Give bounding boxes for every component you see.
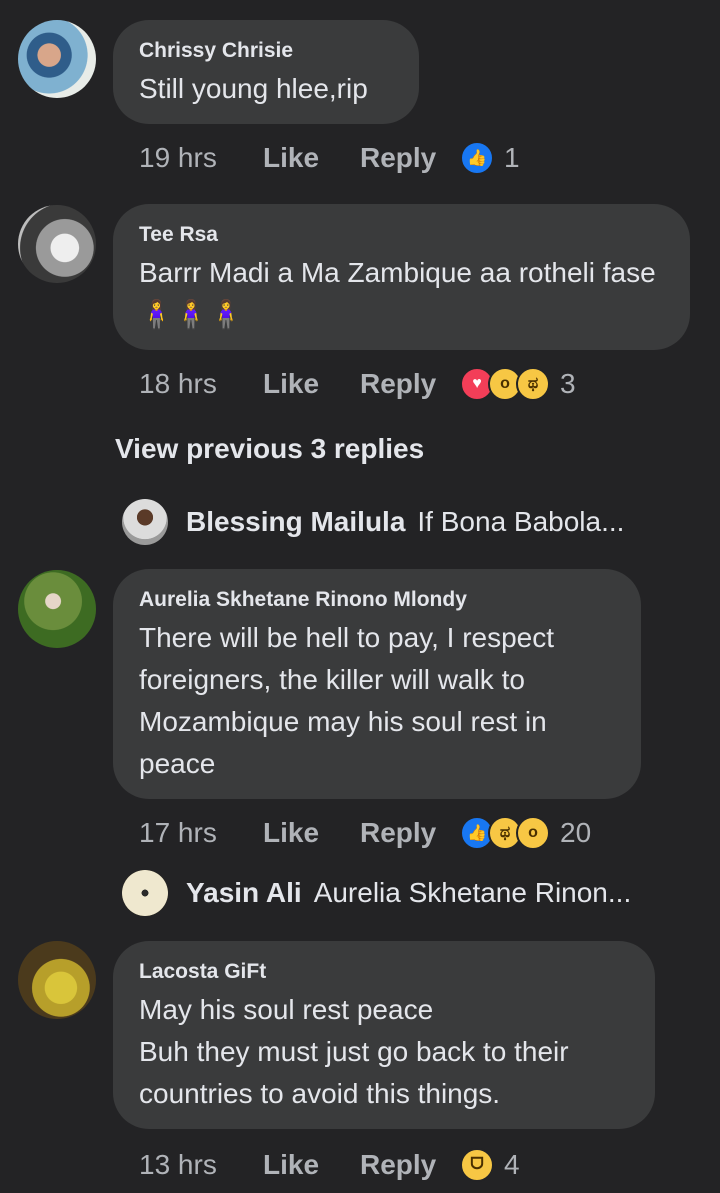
avatar bbox=[122, 870, 168, 916]
comment-author[interactable]: Chrissy Chrisie bbox=[139, 38, 393, 64]
like-button[interactable]: Like bbox=[263, 817, 360, 849]
reply-button[interactable]: Reply bbox=[360, 1149, 460, 1181]
comment-time[interactable]: 13 hrs bbox=[139, 1149, 263, 1181]
thumbs-up-icon: 👍 bbox=[460, 141, 494, 175]
comment-actions: 19 hrs Like Reply 👍 1 bbox=[139, 138, 520, 178]
reply-author: Yasin Ali bbox=[186, 877, 302, 908]
view-previous-replies-link[interactable]: View previous 3 replies bbox=[115, 433, 424, 465]
comment-author[interactable]: Tee Rsa bbox=[139, 222, 664, 248]
reply-snippet: Aurelia Skhetane Rinon... bbox=[313, 877, 632, 908]
comment-text: Still young hlee,rip bbox=[139, 73, 368, 104]
like-button[interactable]: Like bbox=[263, 368, 360, 400]
comment-author[interactable]: Aurelia Skhetane Rinono Mlondy bbox=[139, 587, 615, 613]
comment-text: There will be hell to pay, I respect for… bbox=[139, 622, 555, 779]
comment-bubble[interactable]: Lacosta GiFt May his soul rest peace Buh… bbox=[113, 941, 655, 1129]
avatar bbox=[122, 499, 168, 545]
comment-actions: 13 hrs Like Reply ᗜ 4 bbox=[139, 1145, 520, 1185]
reaction-count: 1 bbox=[504, 142, 520, 173]
reaction-count: 20 bbox=[560, 817, 592, 848]
comment-bubble[interactable]: Chrissy Chrisie Still young hlee,rip bbox=[113, 20, 419, 124]
avatar[interactable] bbox=[18, 205, 96, 283]
reaction-summary[interactable]: ♥ o ಥ 3 bbox=[460, 367, 576, 401]
comment-author[interactable]: Lacosta GiFt bbox=[139, 959, 629, 985]
comment-time[interactable]: 19 hrs bbox=[139, 142, 263, 174]
comment-text: May his soul rest peace Buh they must ju… bbox=[139, 994, 569, 1109]
reaction-count: 4 bbox=[504, 1149, 520, 1180]
comment-text: Barrr Madi a Ma Zambique aa rotheli fase… bbox=[139, 257, 656, 330]
comment-bubble[interactable]: Tee Rsa Barrr Madi a Ma Zambique aa roth… bbox=[113, 204, 690, 350]
reply-button[interactable]: Reply bbox=[360, 817, 460, 849]
comment-time[interactable]: 17 hrs bbox=[139, 817, 263, 849]
like-button[interactable]: Like bbox=[263, 1149, 360, 1181]
reaction-summary[interactable]: ᗜ 4 bbox=[460, 1148, 520, 1182]
avatar[interactable] bbox=[18, 941, 96, 1019]
reply-author: Blessing Mailula bbox=[186, 506, 406, 537]
reaction-summary[interactable]: 👍 1 bbox=[460, 141, 520, 175]
reply-button[interactable]: Reply bbox=[360, 368, 460, 400]
comment-bubble[interactable]: Aurelia Skhetane Rinono Mlondy There wil… bbox=[113, 569, 641, 799]
wow-emoji-icon: o bbox=[516, 816, 550, 850]
comment-time[interactable]: 18 hrs bbox=[139, 368, 263, 400]
reply-preview[interactable]: Yasin Ali Aurelia Skhetane Rinon... bbox=[122, 870, 631, 916]
sad-emoji-icon: ಥ bbox=[516, 367, 550, 401]
reaction-summary[interactable]: 👍 ಥ o 20 bbox=[460, 816, 591, 850]
reaction-count: 3 bbox=[560, 368, 576, 399]
comment-actions: 17 hrs Like Reply 👍 ಥ o 20 bbox=[139, 813, 591, 853]
haha-emoji-icon: ᗜ bbox=[460, 1148, 494, 1182]
reply-snippet: If Bona Babola... bbox=[417, 506, 625, 537]
like-button[interactable]: Like bbox=[263, 142, 360, 174]
avatar[interactable] bbox=[18, 20, 96, 98]
reply-button[interactable]: Reply bbox=[360, 142, 460, 174]
reply-preview[interactable]: Blessing Mailula If Bona Babola... bbox=[122, 499, 624, 545]
avatar[interactable] bbox=[18, 570, 96, 648]
comment-actions: 18 hrs Like Reply ♥ o ಥ 3 bbox=[139, 364, 576, 404]
